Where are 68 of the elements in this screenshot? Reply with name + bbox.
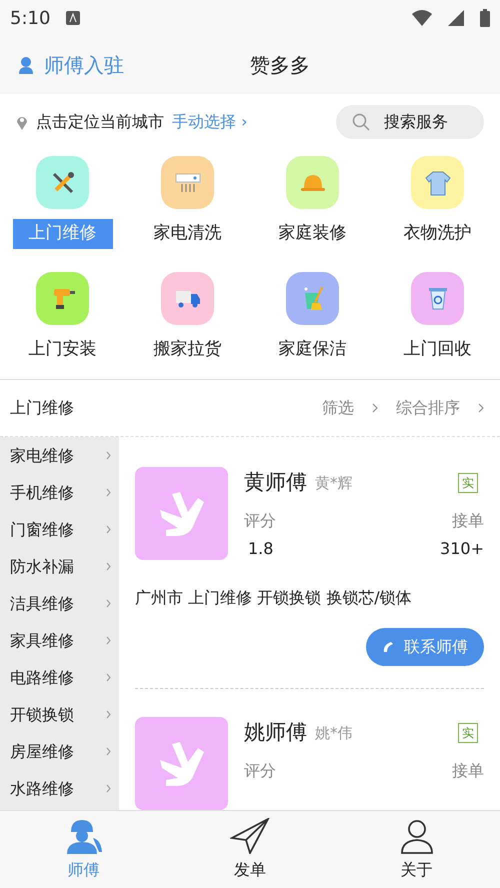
chevron-icon: [106, 525, 111, 534]
sidebar-item[interactable]: 电路维修: [0, 659, 119, 696]
notification-icon: [66, 11, 80, 25]
sort-button[interactable]: 综合排序: [396, 396, 460, 420]
chevron-icon: [106, 562, 111, 571]
sidebar-item[interactable]: 门窗维修: [0, 511, 119, 548]
verified-badge: 实: [458, 472, 478, 493]
chevron-icon: [106, 710, 111, 719]
search-button[interactable]: 搜索服务: [336, 105, 484, 139]
sidebar-item[interactable]: 洁具维修: [0, 585, 119, 622]
wifi-icon: [412, 10, 432, 26]
sidebar-item[interactable]: 手机维修: [0, 474, 119, 511]
tab-bar-item[interactable]: 发单: [166, 811, 334, 888]
paper-plane-icon: [230, 818, 270, 854]
service-description: 广州市 上门维修 开锁换锁 换锁芯/锁体: [135, 587, 413, 609]
rating-value: 1.8: [247, 538, 274, 558]
category-label[interactable]: 家庭装修: [262, 219, 362, 248]
category-label[interactable]: 上门回收: [388, 334, 488, 364]
tab-bar-item[interactable]: 关于: [333, 811, 500, 888]
chevron-icon: [106, 747, 111, 756]
chevron-icon: [106, 673, 111, 682]
verified-badge: 实: [458, 722, 478, 743]
category-label[interactable]: 家电清洗: [138, 219, 238, 248]
category-tile[interactable]: [411, 272, 464, 324]
category-tile[interactable]: [161, 156, 214, 209]
category-label[interactable]: 家庭保洁: [262, 334, 362, 364]
category-tile[interactable]: [411, 156, 464, 209]
orders-label: 接单: [452, 510, 484, 532]
chevron-icon: [372, 403, 378, 413]
chevron-icon: [106, 599, 111, 608]
search-icon: [352, 113, 370, 131]
chevron-icon: [106, 451, 111, 460]
category-tile[interactable]: [161, 272, 214, 324]
sidebar-item[interactable]: 家电维修: [0, 437, 119, 474]
chevron-icon: [106, 636, 111, 645]
sidebar-item[interactable]: 水路维修: [0, 770, 119, 807]
category-label[interactable]: 衣物洗护: [388, 219, 488, 248]
location-pin-icon: [16, 114, 28, 130]
chevron-icon: [106, 784, 111, 793]
worker-icon: [18, 56, 34, 74]
signal-icon: [448, 10, 464, 26]
battery-icon: [480, 9, 490, 27]
sidebar-item[interactable]: 家具维修: [0, 622, 119, 659]
filter-button[interactable]: 筛选: [322, 396, 354, 420]
chevron-icon: [106, 488, 111, 497]
category-label[interactable]: 搬家拉货: [138, 334, 238, 364]
rating-label: 评分: [244, 760, 276, 782]
sidebar-item[interactable]: 房屋维修: [0, 733, 119, 770]
worker-name: 姚师傅: [244, 719, 307, 746]
sidebar-item[interactable]: 开锁换锁: [0, 696, 119, 733]
category-tile[interactable]: [286, 156, 339, 209]
sidebar-item[interactable]: 防水补漏: [0, 548, 119, 585]
worker-real-name: 黄*辉: [315, 472, 352, 494]
chevron-icon: [478, 403, 484, 413]
category-tile[interactable]: [36, 156, 89, 209]
worker-name: 黄师傅: [244, 469, 307, 496]
phone-icon: [382, 641, 394, 653]
orders-value: 310+: [440, 538, 484, 558]
category-tile[interactable]: [36, 272, 89, 324]
section-title: 上门维修: [10, 397, 75, 419]
category-tile[interactable]: [286, 272, 339, 324]
status-time: 5:10: [10, 6, 50, 30]
location-prompt: 点击定位当前城市: [36, 111, 164, 133]
rating-label: 评分: [244, 510, 276, 532]
orders-label: 接单: [452, 760, 484, 782]
worker-real-name: 姚*伟: [315, 722, 352, 744]
app-title: 赞多多: [250, 52, 310, 79]
category-label[interactable]: 上门安装: [12, 334, 112, 364]
